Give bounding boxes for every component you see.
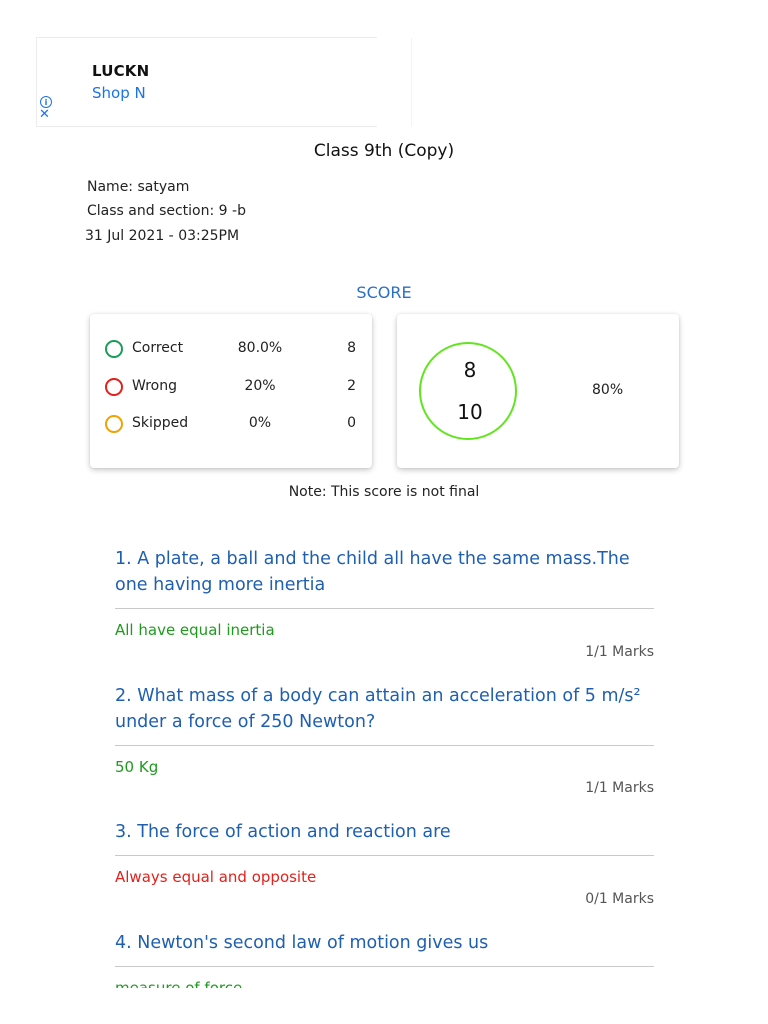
answer-text: Always equal and opposite (115, 868, 317, 886)
divider (115, 745, 654, 746)
score-row-wrong: Wrong 20% 2 (105, 377, 365, 397)
page-title: Class 9th (Copy) (313, 141, 455, 161)
answer-text: 50 Kg (115, 758, 159, 776)
question-text: 2. What mass of a body can attain an acc… (115, 686, 641, 732)
score-row-label: Wrong (132, 378, 177, 394)
score-row-skipped: Skipped 0% 0 (105, 414, 365, 434)
score-percent: 80% (592, 382, 624, 398)
divider (115, 855, 654, 856)
score-row-count: 8 (347, 340, 356, 356)
skipped-ring-icon (105, 415, 123, 433)
ad-media[interactable] (181, 38, 412, 126)
score-total: 10 (457, 400, 483, 424)
score-row-count: 0 (347, 415, 356, 431)
answer-clip: measure of force (0, 976, 768, 988)
divider (115, 608, 654, 609)
submission-date: 31 Jul 2021 - 03:25PM (85, 228, 240, 244)
score-obtained: 8 (463, 358, 477, 382)
score-row-count: 2 (347, 378, 356, 394)
score-row-correct: Correct 80.0% 8 (105, 339, 365, 359)
question-marks: 1/1 Marks (585, 644, 654, 660)
correct-ring-icon (105, 340, 123, 358)
ad-title[interactable]: LUCKN (92, 62, 149, 80)
ad-banner[interactable]: LUCKN Shop N i ✕ (36, 37, 412, 127)
score-row-percent: 20% (244, 378, 276, 394)
score-total-card: 8 10 80% (397, 314, 679, 468)
question-text: 1. A plate, a ball and the child all hav… (115, 549, 630, 595)
score-row-percent: 0% (248, 415, 272, 431)
answer-text: All have equal inertia (115, 621, 275, 639)
question-text: 3. The force of action and reaction are (115, 822, 451, 842)
ad-shop-link[interactable]: Shop N (92, 84, 146, 102)
score-note: Note: This score is not final (288, 484, 480, 500)
ad-close-icon[interactable]: ✕ (39, 108, 50, 122)
score-row-percent: 80.0% (237, 340, 283, 356)
question-marks: 0/1 Marks (585, 891, 654, 907)
question-marks: 1/1 Marks (585, 780, 654, 796)
score-circle: 8 10 (419, 342, 517, 440)
score-heading: SCORE (356, 283, 412, 302)
answer-text: measure of force (115, 979, 243, 988)
score-row-label: Skipped (132, 415, 189, 431)
score-breakdown-card: Correct 80.0% 8 Wrong 20% 2 Skipped 0% 0 (90, 314, 372, 468)
score-row-label: Correct (132, 340, 184, 356)
student-name: Name: satyam (87, 179, 190, 195)
class-section: Class and section: 9 -b (87, 203, 246, 219)
divider (115, 966, 654, 967)
question-text: 4. Newton's second law of motion gives u… (115, 933, 489, 953)
wrong-ring-icon (105, 378, 123, 396)
